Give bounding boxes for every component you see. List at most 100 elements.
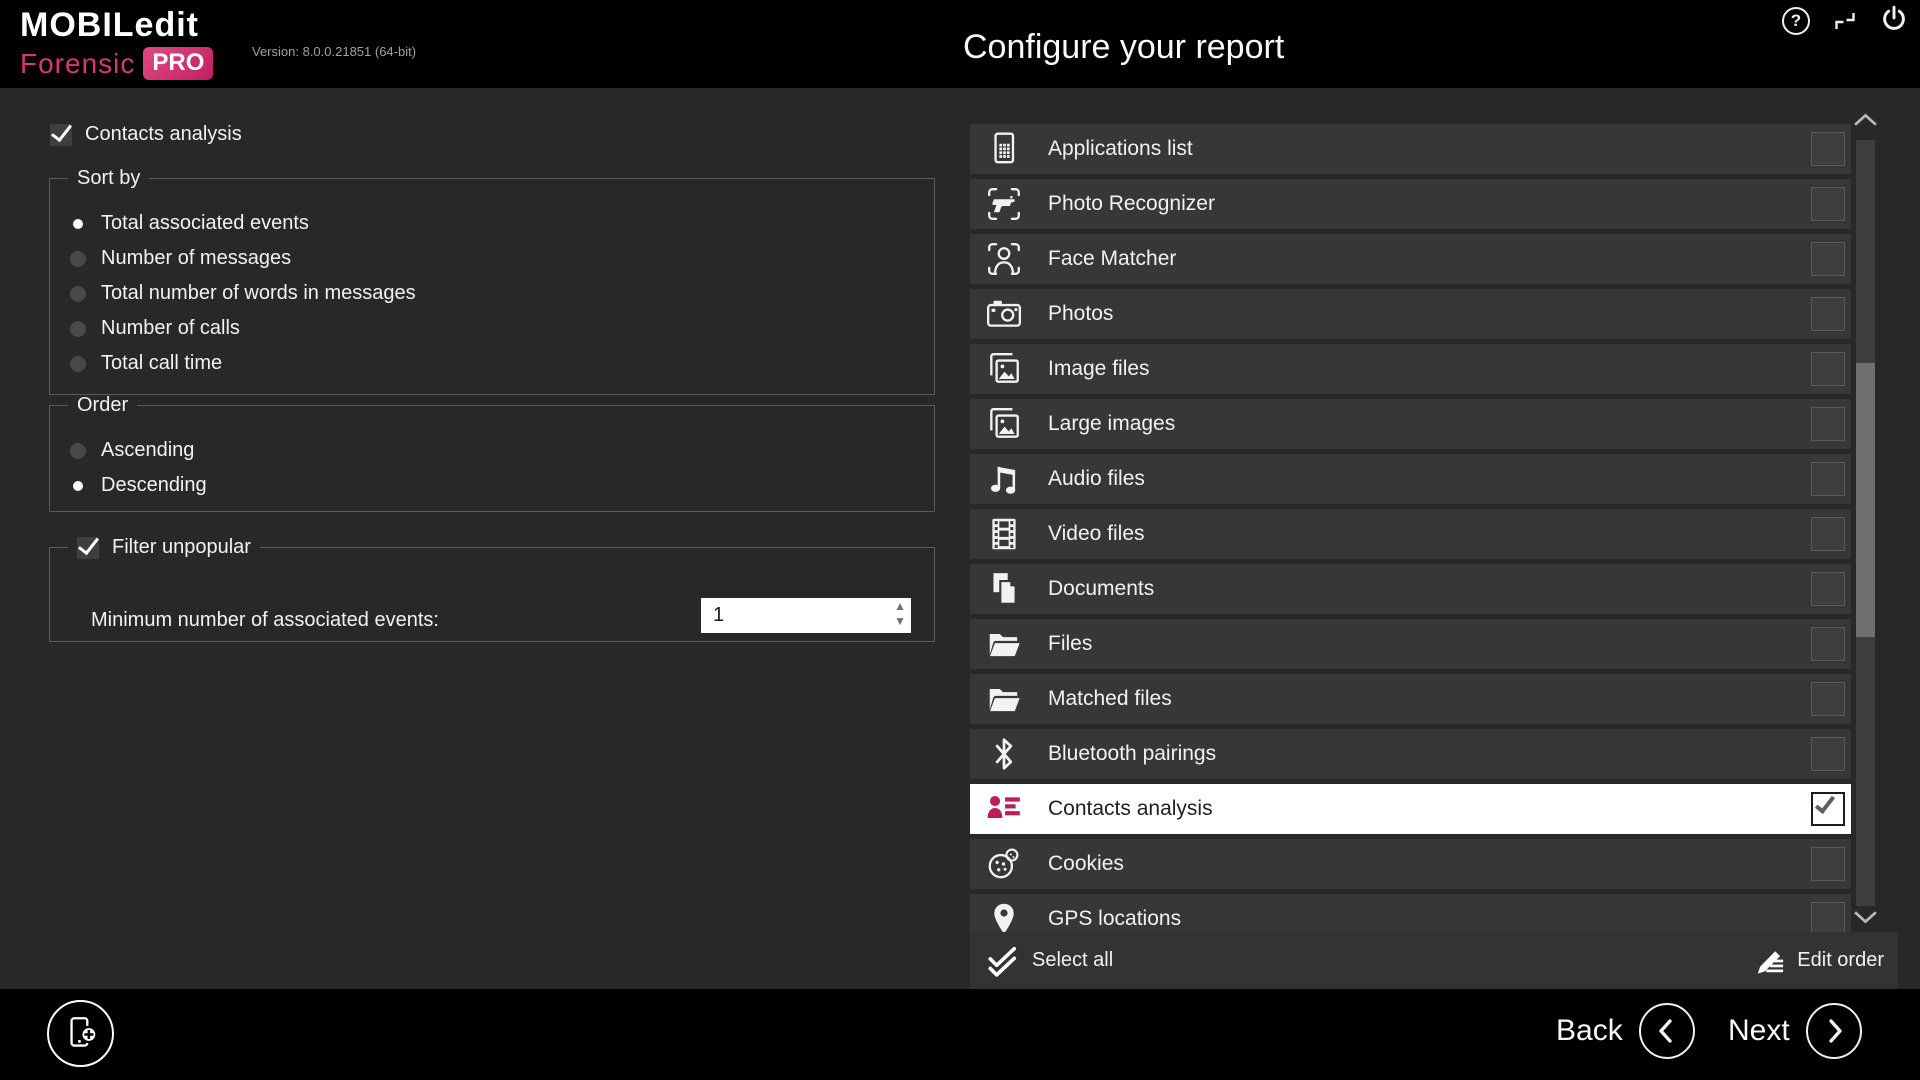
report-item-checkbox[interactable] <box>1811 847 1845 881</box>
report-item-checkbox[interactable] <box>1811 902 1845 932</box>
report-item-checkbox[interactable] <box>1811 242 1845 276</box>
radio-option[interactable]: Total associated events <box>70 206 934 241</box>
scrollbar-track[interactable] <box>1856 140 1875 906</box>
radio-icon[interactable] <box>70 478 86 494</box>
report-item-label: Face Matcher <box>1048 247 1176 271</box>
report-item-label: Documents <box>1048 577 1154 601</box>
scroll-down-icon[interactable] <box>1853 910 1878 930</box>
image-files-icon <box>984 349 1024 389</box>
next-button[interactable]: Next <box>1728 1003 1862 1059</box>
radio-option[interactable]: Ascending <box>70 433 934 468</box>
report-item[interactable]: Files <box>970 619 1851 669</box>
edit-order-button[interactable]: Edit order <box>1755 946 1884 976</box>
report-item[interactable]: Documents <box>970 564 1851 614</box>
min-events-label: Minimum number of associated events: <box>91 609 439 632</box>
scrollbar-thumb[interactable] <box>1856 363 1875 637</box>
report-item-label: Bluetooth pairings <box>1048 742 1216 766</box>
report-item-label: Audio files <box>1048 467 1145 491</box>
radio-option[interactable]: Number of calls <box>70 311 934 346</box>
report-item[interactable]: Photos <box>970 289 1851 339</box>
audio-files-icon <box>984 459 1024 499</box>
report-item-checkbox[interactable] <box>1811 627 1845 661</box>
double-check-icon <box>986 945 1018 977</box>
report-item-checkbox[interactable] <box>1811 132 1845 166</box>
radio-icon[interactable] <box>70 321 86 337</box>
report-item-checkbox[interactable] <box>1811 352 1845 386</box>
report-item[interactable]: Video files <box>970 509 1851 559</box>
radio-icon[interactable] <box>70 356 86 372</box>
sort-by-group: Sort by Total associated events Number o… <box>49 167 935 395</box>
min-events-value[interactable]: 1 <box>713 598 724 633</box>
report-item-checkbox[interactable] <box>1811 407 1845 441</box>
report-item-checkbox[interactable] <box>1811 517 1845 551</box>
report-item-checkbox[interactable] <box>1811 187 1845 221</box>
order-options: Ascending Descending <box>50 417 934 503</box>
order-legend: Order <box>68 394 137 417</box>
report-item-label: Matched files <box>1048 687 1172 711</box>
report-item[interactable]: GPS locations <box>970 894 1851 932</box>
contacts-analysis-toggle[interactable]: Contacts analysis <box>50 123 242 146</box>
radio-icon[interactable] <box>70 216 86 232</box>
filter-unpopular-toggle[interactable]: Filter unpopular <box>77 536 251 559</box>
report-item[interactable]: Matched files <box>970 674 1851 724</box>
sort-by-legend: Sort by <box>68 167 149 190</box>
radio-option[interactable]: Number of messages <box>70 241 934 276</box>
app-logo: MOBILedit Forensic PRO <box>20 6 213 80</box>
report-item[interactable]: Bluetooth pairings <box>970 729 1851 779</box>
report-item-checkbox[interactable] <box>1811 572 1845 606</box>
report-item-checkbox[interactable] <box>1811 682 1845 716</box>
add-phone-button[interactable] <box>47 1000 114 1067</box>
report-item[interactable]: Applications list <box>970 124 1851 174</box>
contacts-analysis-checkbox[interactable] <box>50 124 72 146</box>
report-item[interactable]: Face Matcher <box>970 234 1851 284</box>
report-item[interactable]: Photo Recognizer <box>970 179 1851 229</box>
report-item[interactable]: Audio files <box>970 454 1851 504</box>
min-events-spinner[interactable]: 1 ▲ ▼ <box>701 598 911 633</box>
radio-option-label: Descending <box>101 474 207 497</box>
logo-pro-badge: PRO <box>143 47 213 80</box>
scroll-up-icon[interactable] <box>1853 112 1878 132</box>
report-item-label: Photos <box>1048 302 1113 326</box>
radio-option[interactable]: Total number of words in messages <box>70 276 934 311</box>
report-item-checkbox[interactable] <box>1811 462 1845 496</box>
select-all-label: Select all <box>1032 949 1113 972</box>
radio-option[interactable]: Descending <box>70 468 934 503</box>
spinner-up-icon[interactable]: ▲ <box>894 599 906 614</box>
spinner-down-icon[interactable]: ▼ <box>894 614 906 629</box>
report-item-label: Video files <box>1048 522 1145 546</box>
report-item[interactable]: Large images <box>970 399 1851 449</box>
report-item-checkbox[interactable] <box>1811 297 1845 331</box>
report-item[interactable]: Cookies <box>970 839 1851 889</box>
chevron-right-icon <box>1806 1003 1862 1059</box>
report-sections-list: Applications list Photo Recognizer Face … <box>970 124 1851 932</box>
video-files-icon <box>984 514 1024 554</box>
radio-icon[interactable] <box>70 251 86 267</box>
radio-option-label: Number of calls <box>101 317 240 340</box>
report-item-label: Image files <box>1048 357 1150 381</box>
list-footer-bar: Select all Edit order <box>970 932 1898 989</box>
help-icon[interactable]: ? <box>1782 7 1810 35</box>
contacts-analysis-icon <box>984 789 1024 829</box>
bluetooth-pairings-icon <box>984 734 1024 774</box>
report-item-label: Photo Recognizer <box>1048 192 1215 216</box>
radio-icon[interactable] <box>70 286 86 302</box>
report-item-checkbox[interactable] <box>1811 792 1845 826</box>
filter-unpopular-checkbox[interactable] <box>77 537 99 559</box>
back-label: Back <box>1556 1014 1623 1048</box>
report-item-label: Cookies <box>1048 852 1124 876</box>
radio-option[interactable]: Total call time <box>70 346 934 381</box>
back-button[interactable]: Back <box>1556 1003 1695 1059</box>
restore-window-icon[interactable] <box>1832 9 1858 38</box>
contacts-analysis-label: Contacts analysis <box>85 123 242 146</box>
order-group: Order Ascending Descending <box>49 394 935 512</box>
power-icon[interactable] <box>1878 4 1910 41</box>
logo-mobiledit: MOBILedit <box>20 6 213 45</box>
select-all-button[interactable]: Select all <box>986 945 1113 977</box>
report-item[interactable]: Contacts analysis <box>970 784 1851 834</box>
next-label: Next <box>1728 1014 1790 1048</box>
report-item-label: Contacts analysis <box>1048 797 1213 821</box>
report-item[interactable]: Image files <box>970 344 1851 394</box>
radio-icon[interactable] <box>70 443 86 459</box>
edit-order-label: Edit order <box>1797 949 1884 972</box>
report-item-checkbox[interactable] <box>1811 737 1845 771</box>
